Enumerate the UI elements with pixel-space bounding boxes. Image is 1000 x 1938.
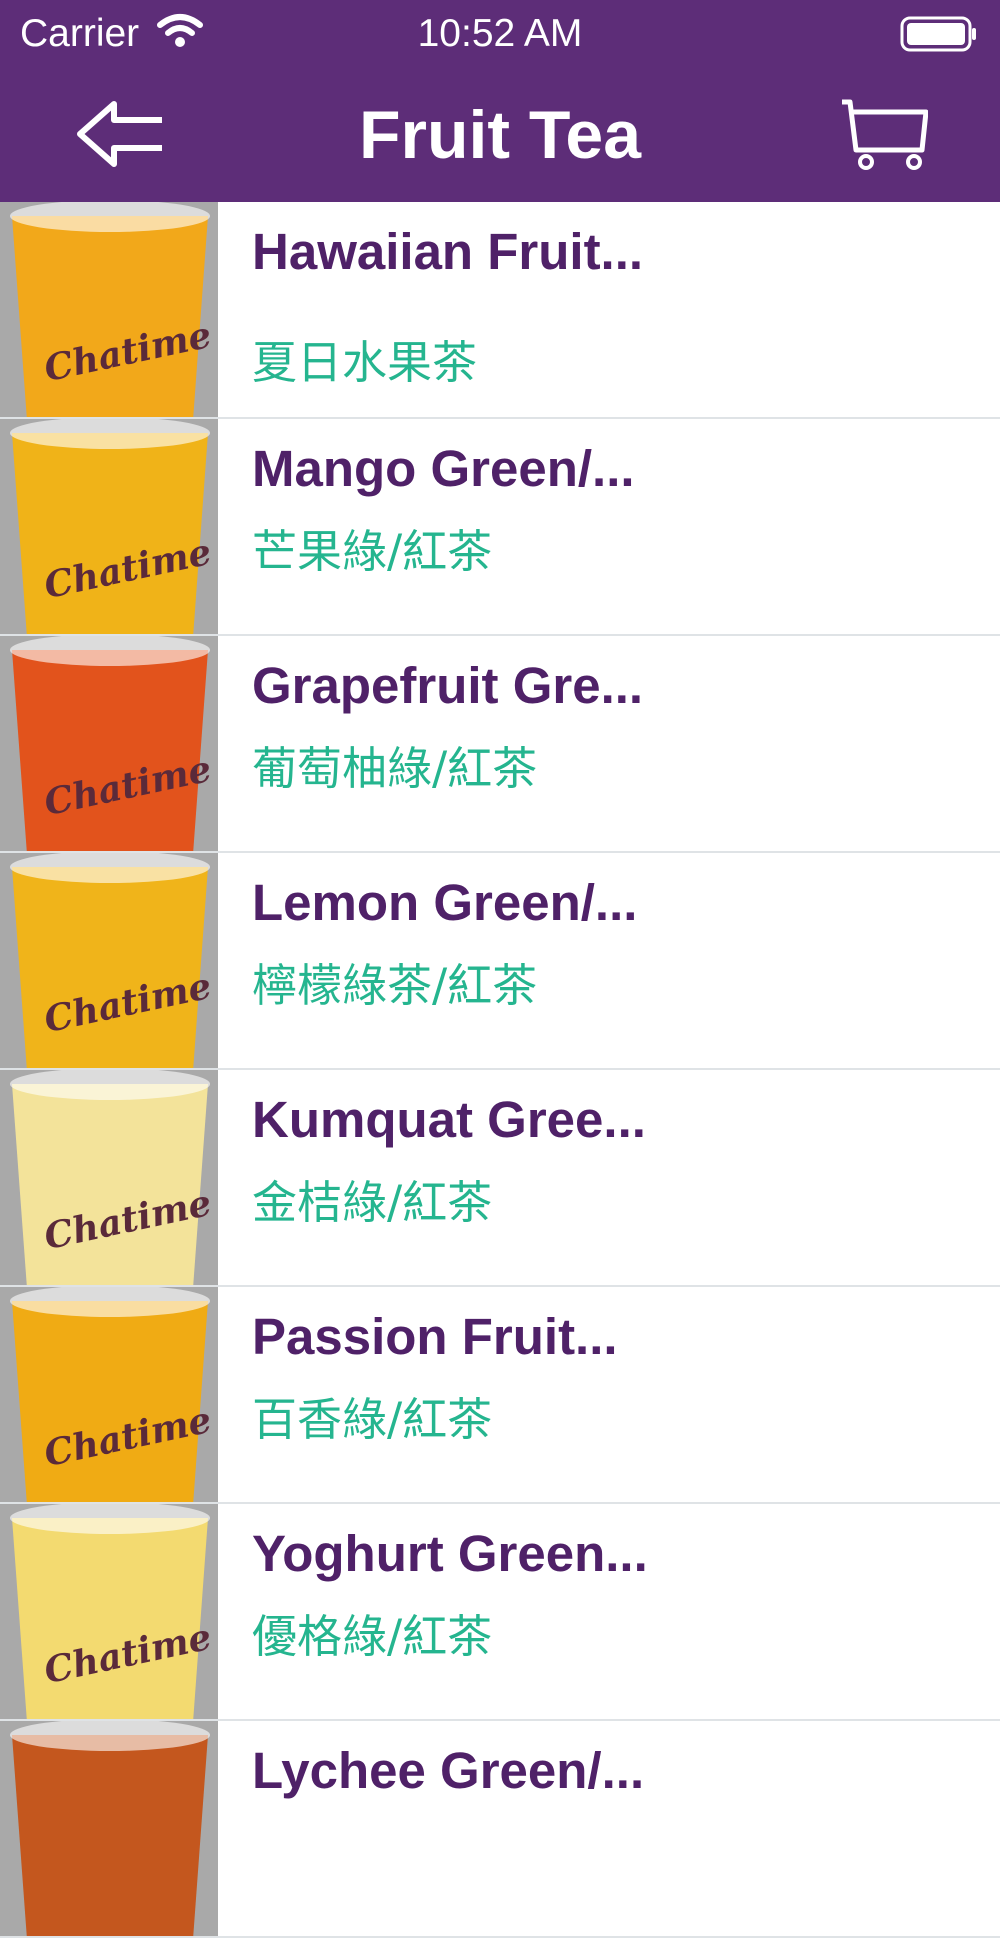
list-item[interactable]: Chatime Yoghurt Green... 優格綠/紅茶	[0, 1504, 1000, 1721]
item-chinese-name: 百香綠/紅茶	[252, 1393, 493, 1446]
battery-icon	[900, 16, 976, 52]
item-name: Lychee Green/...	[252, 1742, 645, 1799]
item-chinese-name: 夏日水果茶	[252, 336, 478, 389]
clock: 10:52 AM	[417, 12, 583, 55]
drink-image: Chatime	[10, 636, 214, 851]
drink-thumbnail: Chatime	[0, 202, 218, 417]
list-item[interactable]: Chatime Lemon Green/... 檸檬綠茶/紅茶	[0, 853, 1000, 1070]
item-chinese-name: 金桔綠/紅茶	[252, 1176, 493, 1229]
drink-thumbnail: Chatime	[0, 1070, 218, 1285]
item-name: Mango Green/...	[252, 440, 635, 497]
menu-item-list: Chatime Hawaiian Fruit... 夏日水果茶 Chatime …	[0, 202, 1000, 1938]
item-chinese-name: 葡萄柚綠/紅茶	[252, 742, 538, 795]
drink-image: Chatime	[10, 419, 214, 634]
drink-thumbnail	[0, 1721, 218, 1936]
drink-thumbnail: Chatime	[0, 419, 218, 634]
list-item[interactable]: Lychee Green/...	[0, 1721, 1000, 1938]
item-name: Hawaiian Fruit...	[252, 223, 644, 280]
item-name: Lemon Green/...	[252, 874, 638, 931]
item-name: Passion Fruit...	[252, 1308, 618, 1365]
list-item[interactable]: Chatime Kumquat Gree... 金桔綠/紅茶	[0, 1070, 1000, 1287]
drink-thumbnail: Chatime	[0, 1504, 218, 1719]
item-chinese-name: 芒果綠/紅茶	[252, 525, 493, 578]
item-chinese-name: 檸檬綠茶/紅茶	[252, 959, 538, 1012]
item-name: Grapefruit Gre...	[252, 657, 644, 714]
item-chinese-name: 優格綠/紅茶	[252, 1610, 493, 1663]
status-bar: Carrier 10:52 AM	[0, 0, 1000, 66]
list-item[interactable]: Chatime Grapefruit Gre... 葡萄柚綠/紅茶	[0, 636, 1000, 853]
drink-thumbnail: Chatime	[0, 853, 218, 1068]
drink-thumbnail: Chatime	[0, 1287, 218, 1502]
item-name: Yoghurt Green...	[252, 1525, 648, 1582]
drink-image: Chatime	[10, 1287, 214, 1502]
drink-image: Chatime	[10, 1504, 214, 1719]
drink-image	[10, 1721, 210, 1936]
drink-image: Chatime	[10, 1070, 214, 1285]
drink-thumbnail: Chatime	[0, 636, 218, 851]
list-item[interactable]: Chatime Passion Fruit... 百香綠/紅茶	[0, 1287, 1000, 1504]
list-item[interactable]: Chatime Hawaiian Fruit... 夏日水果茶	[0, 202, 1000, 419]
cart-icon[interactable]	[838, 98, 928, 172]
item-name: Kumquat Gree...	[252, 1091, 646, 1148]
drink-image: Chatime	[10, 202, 214, 417]
list-item[interactable]: Chatime Mango Green/... 芒果綠/紅茶	[0, 419, 1000, 636]
navigation-bar: Carrier 10:52 AM Fruit Tea	[0, 0, 1000, 202]
drink-image: Chatime	[10, 853, 214, 1068]
